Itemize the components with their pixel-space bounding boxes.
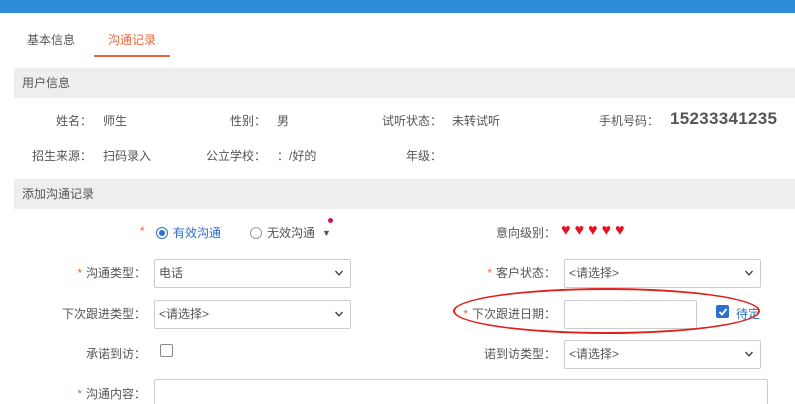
visit-type-label: 诺到访类型：: [483, 347, 556, 361]
valid-comm-radio[interactable]: 有效沟通: [156, 224, 221, 241]
source-value: 扫码录入: [103, 149, 152, 163]
followup-type-label: 下次跟进类型：: [61, 307, 146, 321]
invalid-comm-radio[interactable]: 无效沟通 ▼: [250, 224, 331, 241]
required-mark: *: [140, 224, 145, 238]
caret-down-icon: ▼: [322, 227, 331, 238]
tab-bar: 基本信息 沟通记录: [0, 13, 795, 57]
heart-icon[interactable]: ♥: [561, 222, 571, 240]
customer-status-value: <请选择>: [569, 266, 620, 280]
followup-date-label-text: 下次跟进日期：: [471, 307, 556, 321]
visit-type-select[interactable]: <请选择>: [564, 340, 761, 369]
promise-visit-label: 承诺到访：: [85, 347, 146, 361]
heart-icon[interactable]: ♥: [588, 222, 598, 240]
radio-unselected-icon: [250, 226, 262, 239]
chevron-down-icon: [745, 351, 753, 357]
followup-date-input[interactable]: [564, 300, 697, 329]
required-mark: *: [77, 387, 82, 401]
trial-status-label: 试听状态：: [381, 114, 442, 128]
comm-type-label-text: 沟通类型：: [85, 266, 146, 280]
trial-status-value: 未转试听: [452, 114, 501, 128]
school-label: 公立学校：: [205, 149, 266, 163]
intent-level-rating[interactable]: ♥ ♥ ♥ ♥ ♥: [561, 222, 625, 240]
name-value: 师生: [103, 114, 128, 128]
pending-checkbox[interactable]: [716, 305, 729, 318]
content-label: * 沟通内容：: [30, 385, 146, 402]
customer-status-select[interactable]: <请选择>: [564, 259, 761, 288]
content-label-text: 沟通内容：: [85, 387, 146, 401]
intent-level-label: 意向级别：: [495, 226, 556, 240]
chevron-down-icon: [335, 270, 343, 276]
followup-date-label: * 下次跟进日期：: [440, 305, 556, 322]
followup-type-select[interactable]: <请选择>: [154, 300, 351, 329]
gender-label: 性别：: [229, 114, 266, 128]
required-mark: *: [463, 307, 468, 321]
top-bar: [0, 0, 795, 13]
comm-type-select[interactable]: 电话: [154, 259, 351, 288]
radio-selected-icon: [156, 226, 168, 239]
gender-value: 男: [277, 114, 290, 128]
notification-dot-icon: [328, 218, 333, 223]
customer-status-label-text: 客户状态：: [495, 266, 556, 280]
user-info-header: 用户信息: [14, 68, 795, 98]
phone-label: 手机号码：: [598, 114, 659, 128]
comm-type-label: * 沟通类型：: [30, 264, 146, 281]
pending-label: 待定: [736, 307, 761, 321]
promise-visit-checkbox[interactable]: [160, 344, 173, 357]
grade-label: 年级：: [405, 149, 442, 163]
school-value: ：/好的: [277, 149, 317, 163]
phone-value: 15233341235: [670, 109, 778, 128]
check-icon: [718, 308, 728, 316]
comm-type-value: 电话: [159, 266, 184, 280]
tab-basic-info[interactable]: 基本信息: [14, 13, 88, 57]
customer-status-label: * 客户状态：: [440, 264, 556, 281]
required-mark: *: [77, 266, 82, 280]
source-label: 招生来源：: [31, 149, 92, 163]
heart-icon[interactable]: ♥: [602, 222, 612, 240]
add-record-header: 添加沟通记录: [14, 179, 795, 209]
heart-icon[interactable]: ♥: [615, 222, 625, 240]
followup-type-value: <请选择>: [159, 307, 210, 321]
content-textarea[interactable]: [154, 379, 768, 404]
chevron-down-icon: [745, 270, 753, 276]
visit-type-value: <请选择>: [569, 347, 620, 361]
heart-icon[interactable]: ♥: [575, 222, 585, 240]
tab-communication-records[interactable]: 沟通记录: [94, 13, 170, 57]
required-mark: *: [487, 266, 492, 280]
name-label: 姓名：: [55, 114, 92, 128]
invalid-comm-label: 无效沟通: [267, 226, 316, 240]
chevron-down-icon: [335, 311, 343, 317]
valid-comm-label: 有效沟通: [173, 226, 222, 240]
